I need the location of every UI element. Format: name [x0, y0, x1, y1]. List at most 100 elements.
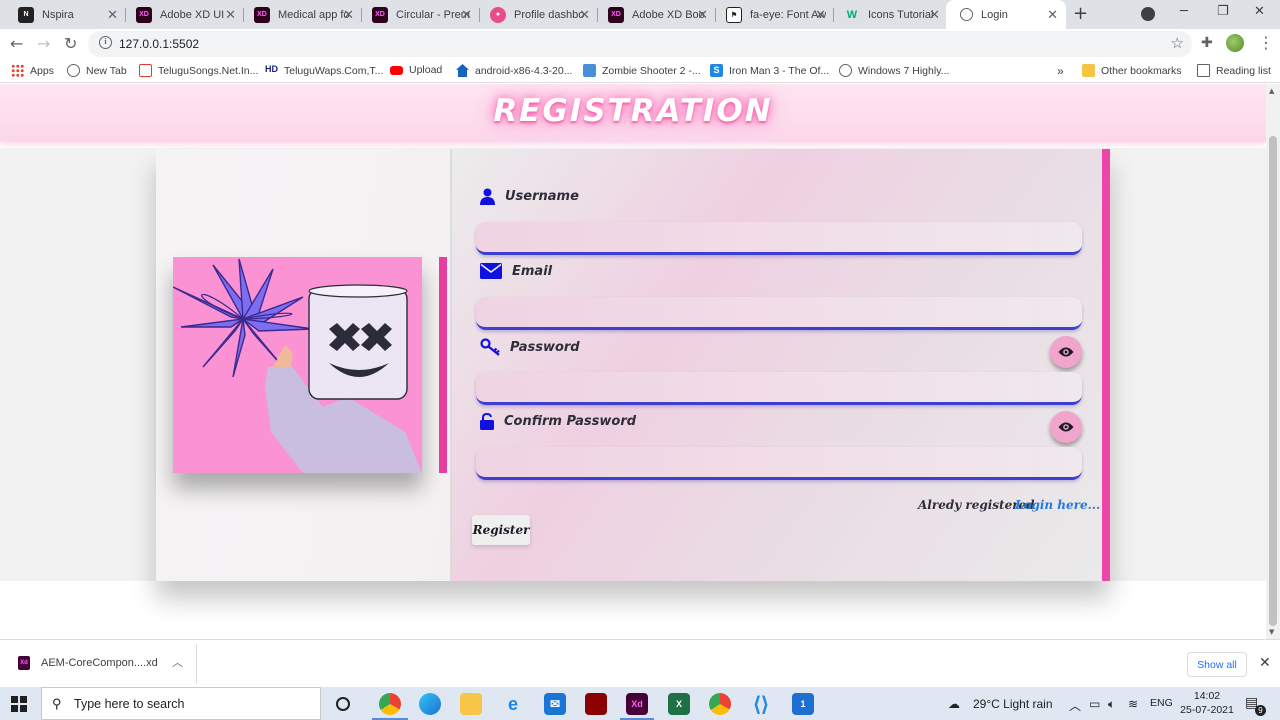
show-all-button[interactable]: Show all: [1187, 652, 1247, 677]
browser-tab[interactable]: ⚑ fa-eye: Font Aw ✕: [712, 0, 834, 29]
username-input[interactable]: [476, 222, 1082, 255]
confirm-password-label: Confirm Password: [504, 414, 637, 429]
bookmark-label: New Tab: [86, 64, 127, 77]
chrome-icon[interactable]: [379, 693, 401, 715]
tab-search-icon[interactable]: [1141, 7, 1155, 21]
close-window-icon[interactable]: ✕: [1254, 4, 1265, 19]
register-button[interactable]: Register: [472, 515, 530, 545]
more-bookmarks-chevron[interactable]: »: [1057, 64, 1064, 78]
password-input[interactable]: [476, 372, 1082, 405]
clock[interactable]: 14:02 25-07-2021: [1178, 689, 1236, 717]
bookmark-apps[interactable]: Apps: [11, 64, 54, 77]
windows-start-icon[interactable]: [11, 696, 27, 712]
scrollbar-thumb[interactable]: [1269, 136, 1277, 626]
close-tab-icon[interactable]: ✕: [107, 7, 118, 23]
other-bookmarks-label: Other bookmarks: [1101, 64, 1182, 77]
bookmark-item[interactable]: Zombie Shooter 2 -...: [583, 64, 701, 77]
game-icon[interactable]: [585, 693, 607, 715]
download-item[interactable]: Xd AEM-CoreCompon....xd: [18, 656, 158, 670]
menu-kebab-icon[interactable]: ⋮: [1258, 33, 1274, 52]
bookmark-item[interactable]: android-x86-4.3-20...: [456, 64, 572, 77]
close-tab-icon[interactable]: ✕: [225, 7, 236, 23]
youtube-icon: [390, 65, 403, 75]
app-badge-icon[interactable]: 1: [792, 693, 814, 715]
browser-tab-active[interactable]: Login ✕: [946, 0, 1066, 29]
browser-tab[interactable]: XD Medical app fo ✕: [240, 0, 362, 29]
hd-icon: HD: [265, 64, 278, 74]
back-icon[interactable]: ←: [10, 34, 23, 53]
reading-list-label: Reading list: [1216, 64, 1271, 77]
close-tab-icon[interactable]: ✕: [697, 7, 708, 23]
close-tab-icon[interactable]: ✕: [579, 7, 590, 23]
scroll-down-arrow-icon[interactable]: ▼: [1269, 628, 1274, 636]
chevron-up-icon[interactable]: ︿: [1069, 697, 1081, 714]
bookmark-item[interactable]: HD TeluguWaps.Com,T...: [265, 64, 383, 77]
bookmark-label: Windows 7 Highly...: [858, 64, 950, 77]
profile-avatar[interactable]: [1226, 34, 1244, 52]
site-info-icon[interactable]: i: [99, 36, 112, 49]
scroll-up-arrow-icon[interactable]: ▲: [1269, 87, 1274, 95]
browser-tab[interactable]: XD Adobe XD UI ✕: [122, 0, 244, 29]
toggle-confirm-password-visibility-button[interactable]: [1050, 411, 1082, 443]
cortana-icon[interactable]: [336, 697, 350, 711]
bookmark-item[interactable]: Windows 7 Highly...: [839, 64, 949, 77]
close-tab-icon[interactable]: ✕: [815, 7, 826, 23]
adobe-xd-icon: XD: [136, 6, 152, 23]
toggle-password-visibility-button[interactable]: [1050, 336, 1082, 368]
extensions-puzzle-icon[interactable]: ✚: [1201, 35, 1213, 51]
page-scrollbar[interactable]: ▲ ▼: [1266, 84, 1280, 639]
browser-tab[interactable]: XD Circular - Prem ✕: [358, 0, 480, 29]
internet-explorer-icon[interactable]: e: [502, 693, 524, 715]
address-bar[interactable]: i 127.0.0.1:5502 ☆: [88, 31, 1192, 57]
forward-icon[interactable]: →: [37, 34, 50, 53]
minimize-icon[interactable]: ─: [1180, 4, 1188, 19]
email-input[interactable]: [476, 297, 1082, 330]
browser-tab[interactable]: XD Adobe XD Boo ✕: [594, 0, 716, 29]
mail-icon[interactable]: ✉: [544, 693, 566, 715]
vscode-icon[interactable]: ⟨⟩: [750, 693, 772, 716]
other-bookmarks-folder[interactable]: Other bookmarks: [1082, 64, 1182, 77]
adobe-xd-taskbar-icon[interactable]: Xd: [626, 693, 648, 715]
taskbar-search[interactable]: ⚲ Type here to search: [41, 687, 321, 720]
bookmark-star-icon[interactable]: ☆: [1171, 34, 1184, 52]
file-explorer-icon[interactable]: [460, 693, 482, 715]
url-text[interactable]: 127.0.0.1:5502: [119, 37, 199, 51]
chevron-up-icon[interactable]: ︿: [172, 654, 183, 670]
bookmark-label: android-x86-4.3-20...: [475, 64, 573, 77]
close-download-bar-icon[interactable]: ✕: [1259, 654, 1271, 671]
battery-icon[interactable]: ▭: [1089, 697, 1100, 711]
edge-icon[interactable]: [419, 693, 441, 715]
close-tab-icon[interactable]: ✕: [929, 7, 940, 23]
login-link[interactable]: Login here...: [1015, 498, 1100, 512]
excel-icon[interactable]: X: [668, 693, 690, 715]
language-indicator[interactable]: ENG: [1150, 697, 1173, 709]
page-title: REGISTRATION: [493, 93, 773, 129]
reading-list[interactable]: Reading list: [1197, 64, 1271, 77]
nspira-icon: N: [18, 6, 34, 23]
bookmarks-bar: Apps New Tab TeluguSongs.Net.In... HD Te…: [0, 59, 1280, 83]
browser-tab[interactable]: N Nspira ✕: [4, 0, 126, 29]
tab-title: Adobe XD Boo: [632, 8, 705, 21]
close-tab-icon[interactable]: ✕: [461, 7, 472, 23]
tab-title: Circular - Prem: [396, 8, 470, 21]
confirm-password-input[interactable]: [476, 447, 1082, 480]
bookmark-item[interactable]: TeluguSongs.Net.In...: [139, 64, 258, 77]
close-tab-icon[interactable]: ✕: [343, 7, 354, 23]
weather-icon[interactable]: ☁: [948, 697, 960, 711]
page-viewport: REGISTRATION Username Email Password Con…: [0, 84, 1266, 639]
reload-icon[interactable]: ↻: [64, 34, 77, 53]
bookmark-item[interactable]: S Iron Man 3 - The Of...: [710, 64, 829, 77]
search-placeholder: Type here to search: [74, 697, 185, 711]
bookmark-item[interactable]: New Tab: [67, 64, 127, 77]
browser-tab[interactable]: W Icons Tutorial ✕: [830, 0, 948, 29]
bookmark-item[interactable]: Upload: [390, 64, 442, 76]
close-tab-icon[interactable]: ✕: [1047, 7, 1058, 23]
browser-tab[interactable]: ● Profile dashbo ✕: [476, 0, 598, 29]
chrome-icon[interactable]: [709, 693, 731, 715]
new-tab-icon[interactable]: +: [1073, 3, 1088, 24]
maximize-icon[interactable]: ❐: [1217, 4, 1229, 19]
wifi-icon[interactable]: ≋: [1128, 697, 1138, 711]
volume-icon[interactable]: 🔈︎: [1108, 697, 1115, 712]
weather-text[interactable]: 29°C Light rain: [973, 697, 1053, 711]
password-label: Password: [510, 339, 580, 355]
